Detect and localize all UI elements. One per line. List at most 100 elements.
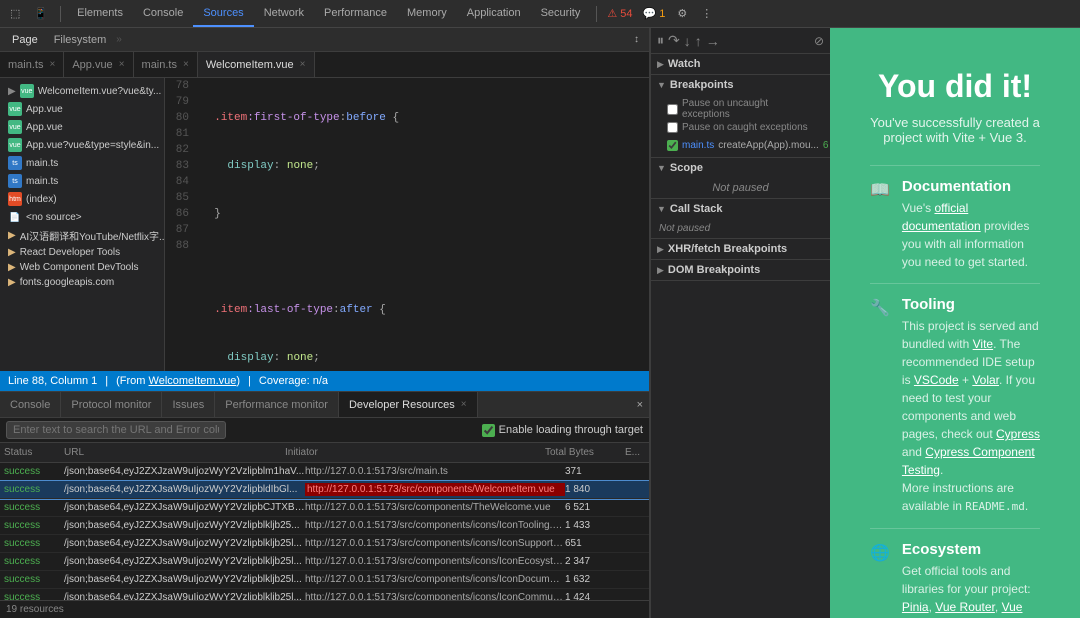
- pause-caught-checkbox[interactable]: [667, 122, 678, 133]
- step-into-button[interactable]: ↓: [684, 33, 691, 49]
- step-over-button[interactable]: ↷: [668, 32, 680, 49]
- network-row[interactable]: success /json;base64,eyJ2ZXJsaW9uIjozWyY…: [0, 535, 649, 553]
- editor-tab-main-ts-1[interactable]: main.ts ×: [0, 52, 64, 77]
- network-row[interactable]: success /json;base64,eyJ2ZXJsaW9uIjozWyY…: [0, 499, 649, 517]
- breakpoints-header[interactable]: ▼ Breakpoints: [651, 75, 830, 95]
- network-row[interactable]: success /json;base64,eyJ2ZXJsaW9uIjozWyY…: [0, 589, 649, 600]
- bottom-tab-perf-monitor[interactable]: Performance monitor: [215, 392, 339, 417]
- pinia-link[interactable]: Pinia: [902, 600, 929, 614]
- close-icon[interactable]: ×: [300, 59, 306, 70]
- tab-console[interactable]: Console: [133, 0, 193, 27]
- separator2: [596, 6, 597, 22]
- col-header-url[interactable]: URL: [64, 447, 285, 458]
- ecosystem-icon: 🌐: [870, 543, 890, 563]
- bottom-tab-console[interactable]: Console: [0, 392, 61, 417]
- dom-header[interactable]: ▶ DOM Breakpoints: [651, 260, 830, 280]
- vscode-link[interactable]: VSCode: [914, 373, 959, 387]
- tree-item-app-vue-1[interactable]: vue App.vue: [0, 100, 164, 118]
- row-bytes: 1 840: [565, 484, 645, 495]
- close-icon[interactable]: ×: [49, 59, 55, 70]
- network-row[interactable]: success /json;base64,eyJ2ZXJsaW9uIjozWyY…: [0, 571, 649, 589]
- tree-item-main-ts-2[interactable]: ts main.ts: [0, 172, 164, 190]
- tree-item-app-vue-2[interactable]: vue App.vue: [0, 118, 164, 136]
- network-footer: 19 resources: [0, 600, 649, 618]
- settings-button[interactable]: ⚙: [671, 5, 693, 22]
- pause-button[interactable]: ⏸: [657, 32, 664, 49]
- network-row[interactable]: success /json;base64,eyJ2ZXJsaW9uIjozWyY…: [0, 517, 649, 535]
- tab-network[interactable]: Network: [254, 0, 314, 27]
- sync-button[interactable]: ↕: [628, 32, 645, 47]
- tree-item-react[interactable]: ▶ React Developer Tools: [0, 245, 164, 260]
- tree-item-index[interactable]: htm (index): [0, 190, 164, 208]
- pause-uncaught-checkbox[interactable]: [667, 104, 678, 115]
- tab-application[interactable]: Application: [457, 0, 531, 27]
- tree-item-main-ts-1[interactable]: ts main.ts: [0, 154, 164, 172]
- file-tree: ▶ vue WelcomeItem.vue?vue&ty... vue App.…: [0, 78, 165, 371]
- col-header-initiator[interactable]: Initiator: [285, 447, 545, 458]
- network-row[interactable]: success /json;base64,eyJ2ZXJzaW9uIjozWyY…: [0, 463, 649, 481]
- row-status: success: [4, 574, 64, 585]
- network-search-input[interactable]: [6, 421, 226, 439]
- close-icon[interactable]: ×: [183, 59, 189, 70]
- tree-item-no-source[interactable]: 📄 <no source>: [0, 208, 164, 226]
- ts-file-icon: ts: [8, 174, 22, 188]
- vue-router-link[interactable]: Vue Router: [935, 600, 995, 614]
- enable-loading-toggle[interactable]: Enable loading through target: [482, 424, 643, 437]
- tab-memory[interactable]: Memory: [397, 0, 457, 27]
- bottom-tabs-bar: Console Protocol monitor Issues Performa…: [0, 392, 649, 418]
- more-button[interactable]: ⋮: [695, 5, 718, 22]
- row-initiator: http://127.0.0.1:5173/src/components/Wel…: [305, 483, 565, 496]
- code-editor[interactable]: 78 79 80 81 82 83 84 85 86 87 88 .item:f…: [165, 78, 649, 371]
- tree-item-webcomp[interactable]: ▶ Web Component DevTools: [0, 260, 164, 275]
- row-url: /json;base64,eyJ2ZXJsaW9uIjozWyY2Vzlipbl…: [64, 538, 305, 549]
- col-header-status[interactable]: Status: [4, 447, 64, 458]
- network-row[interactable]: success /json;base64,eyJ2ZXJsaW9uIjozWyY…: [0, 553, 649, 571]
- tree-item-welcomeitem-vue[interactable]: ▶ vue WelcomeItem.vue?vue&ty...: [0, 82, 164, 100]
- vue-file-icon: vue: [8, 102, 22, 116]
- chevron-icon: ▼: [657, 204, 666, 214]
- bottom-tab-protocol[interactable]: Protocol monitor: [61, 392, 162, 417]
- close-icon[interactable]: ×: [461, 399, 467, 410]
- col-header-bytes[interactable]: Total Bytes: [545, 447, 625, 458]
- call-stack-header[interactable]: ▼ Call Stack: [651, 199, 830, 219]
- close-icon[interactable]: ×: [119, 59, 125, 70]
- official-docs-link[interactable]: official documentation: [902, 201, 981, 233]
- step-out-button[interactable]: ↑: [695, 33, 702, 49]
- tab-sources[interactable]: Sources: [193, 0, 253, 27]
- editor-tab-main-ts-2[interactable]: main.ts ×: [134, 52, 198, 77]
- tab-performance[interactable]: Performance: [314, 0, 397, 27]
- volar-link[interactable]: Volar: [972, 373, 999, 387]
- bottom-tab-issues[interactable]: Issues: [162, 392, 215, 417]
- xhr-header[interactable]: ▶ XHR/fetch Breakpoints: [651, 239, 830, 259]
- tab-elements[interactable]: Elements: [67, 0, 133, 27]
- col-header-e[interactable]: E...: [625, 447, 645, 458]
- watch-header[interactable]: ▶ Watch: [651, 54, 830, 74]
- error-count: ⚠ 54: [603, 7, 636, 20]
- vite-link[interactable]: Vite: [973, 337, 993, 351]
- tooling-icon: 🔧: [870, 298, 890, 318]
- enable-loading-checkbox[interactable]: [482, 424, 495, 437]
- breakpoint-checkbox[interactable]: [667, 140, 678, 151]
- docs-text: Vue's official documentation provides yo…: [902, 199, 1040, 271]
- tree-item-ai[interactable]: ▶ AI汉语翻译和YouTube/Netflix字...: [0, 226, 164, 245]
- tree-item-app-vue-style[interactable]: vue App.vue?vue&type=style&in...: [0, 136, 164, 154]
- sub-tab-filesystem[interactable]: Filesystem: [46, 28, 115, 51]
- network-row[interactable]: success /json;base64,eyJ2ZXJsaW9uIjozWyY…: [0, 481, 649, 499]
- source-link[interactable]: WelcomeItem.vue: [149, 375, 237, 387]
- tree-item-fonts[interactable]: ▶ fonts.googleapis.com: [0, 275, 164, 290]
- editor-tab-welcomeitem[interactable]: WelcomeItem.vue ×: [198, 52, 315, 77]
- line-numbers: 78 79 80 81 82 83 84 85 86 87 88: [165, 78, 197, 371]
- bottom-tab-dev-resources[interactable]: Developer Resources ×: [339, 392, 478, 417]
- editor-tab-app-vue[interactable]: App.vue ×: [64, 52, 133, 77]
- sub-tab-page[interactable]: Page: [4, 28, 46, 51]
- scope-not-paused: Not paused: [651, 178, 830, 198]
- cypress-component-link[interactable]: Cypress Component Testing: [902, 445, 1035, 477]
- close-bottom-panel[interactable]: ×: [631, 397, 649, 413]
- inspect-button[interactable]: ⬚: [4, 5, 26, 22]
- step-button[interactable]: →: [706, 33, 720, 49]
- deactivate-breakpoints-button[interactable]: ⊘: [814, 34, 824, 48]
- tab-security[interactable]: Security: [531, 0, 591, 27]
- cypress-link[interactable]: Cypress: [996, 427, 1040, 441]
- scope-header[interactable]: ▼ Scope: [651, 158, 830, 178]
- device-button[interactable]: 📱: [28, 5, 54, 22]
